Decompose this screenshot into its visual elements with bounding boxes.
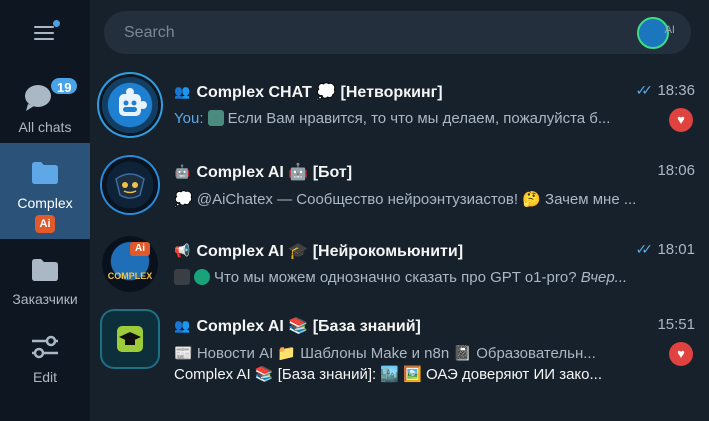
folder-edit[interactable]: Edit xyxy=(0,326,90,392)
folder-label-customers: Заказчики xyxy=(12,291,78,307)
chat-time: 18:36 xyxy=(657,82,695,99)
media-thumbnail-icon xyxy=(174,269,190,285)
chat-time: 18:01 xyxy=(657,241,695,258)
chat-title-row: 👥 Complex CHAT 💭 [Нетворкинг] xyxy=(174,82,694,104)
chat-preview: Что мы можем однозначно сказать про GPT … xyxy=(174,269,660,291)
hamburger-menu-icon[interactable] xyxy=(32,20,60,42)
chat-avatar: Ai COMPLEX xyxy=(102,236,158,292)
robot-logo-icon xyxy=(115,173,145,199)
chat-title: Complex AI 🤖 [Бот] xyxy=(196,164,353,181)
chat-avatar xyxy=(102,157,158,213)
chat-preview: You: Если Вам нравится, то что мы делаем… xyxy=(174,110,660,132)
sliders-icon xyxy=(32,335,58,359)
folder-label-all-chats: All chats xyxy=(18,119,72,135)
folder-label-edit: Edit xyxy=(32,369,58,385)
chat-item-complex-chat[interactable]: 👥 Complex CHAT 💭 [Нетворкинг] ✓✓ 18:36 Y… xyxy=(90,71,709,147)
folder-label-complex: Complex xyxy=(17,195,73,211)
chat-preview: 💭 @AiChatex — Сообщество нейроэнтузиасто… xyxy=(174,191,637,208)
read-checkmarks-icon: ✓✓ xyxy=(635,241,654,257)
ai-logo-icon: Ai xyxy=(35,215,55,233)
chat-preview: 📰 Новости AI 📁 Шаблоны Make и n8n 📓 Обра… xyxy=(174,345,596,362)
avatar-ai-label: Ai xyxy=(130,242,150,256)
group-icon: 👥 xyxy=(174,318,191,333)
chat-item-complex-ai-knowledge[interactable]: 👥 Complex AI 📚 [База знаний] 15:51 📰 Нов… xyxy=(90,305,709,405)
chat-avatar xyxy=(102,77,158,133)
group-icon: 👥 xyxy=(174,84,191,99)
chat-title: Complex CHAT 💭 [Нетворкинг] xyxy=(196,84,443,101)
chat-avatar xyxy=(102,311,158,367)
folder-complex[interactable]: Complex Ai xyxy=(0,143,90,239)
sticker-thumbnail-icon xyxy=(207,110,224,126)
folder-sidebar: 19 All chats Complex Ai Заказчики Edit xyxy=(0,0,90,421)
chat-title: Complex AI 📚 [База знаний] xyxy=(196,318,421,335)
search-input[interactable] xyxy=(124,11,604,54)
chat-item-complex-ai-bot[interactable]: 🤖 Complex AI 🤖 [Бот] 18:06 💭 @AiChatex —… xyxy=(90,151,709,227)
preview-draft-text: Вчер... xyxy=(580,269,628,286)
chat-item-complex-ai-community[interactable]: Ai COMPLEX 📢 Complex AI 🎓 [Нейрокомьюнит… xyxy=(90,230,709,306)
account-avatar-label: AI xyxy=(664,24,675,36)
chat-title-row: 👥 Complex AI 📚 [База знаний] xyxy=(174,316,694,338)
chat-title-row: 🤖 Complex AI 🤖 [Бот] xyxy=(174,162,694,184)
unread-count-badge: 19 xyxy=(49,76,80,96)
notification-dot xyxy=(53,20,60,27)
chat-time: 15:51 xyxy=(657,316,695,333)
folder-customers[interactable]: Заказчики xyxy=(0,248,90,314)
read-checkmarks-icon: ✓✓ xyxy=(635,82,654,98)
chat-preview-secondary: Complex AI 📚 [База знаний]: 🏙️ 🖼️ ОАЭ до… xyxy=(174,366,602,383)
folder-icon xyxy=(32,162,58,184)
heart-reaction-badge[interactable]: ♥ xyxy=(669,342,693,366)
sender-label: You: xyxy=(174,110,204,127)
preview-text: Что мы можем однозначно сказать про GPT … xyxy=(214,269,577,286)
search-bar[interactable]: AI xyxy=(104,11,691,54)
chat-time: 18:06 xyxy=(657,162,695,179)
preview-text: Если Вам нравится, то что мы делаем, пож… xyxy=(227,110,611,127)
chat-title-row: 📢 Complex AI 🎓 [Нейрокомьюнити] xyxy=(174,241,694,263)
avatar-brand-text: COMPLEX xyxy=(107,271,153,281)
puzzle-people-icon xyxy=(119,88,147,116)
heart-reaction-badge[interactable]: ♥ xyxy=(669,108,693,132)
folder-all-chats[interactable]: 19 All chats xyxy=(0,70,90,140)
chat-title: Complex AI 🎓 [Нейрокомьюнити] xyxy=(196,243,464,260)
bot-icon: 🤖 xyxy=(174,164,191,179)
chat-list-panel: AI 👥 Complex CHAT 💭 [Нетворкинг] ✓✓ 18:3… xyxy=(90,0,709,421)
graduation-puzzle-icon xyxy=(117,326,143,352)
folder-icon xyxy=(32,259,58,281)
megaphone-icon: 📢 xyxy=(174,243,191,258)
chatgpt-logo-icon xyxy=(194,269,210,285)
